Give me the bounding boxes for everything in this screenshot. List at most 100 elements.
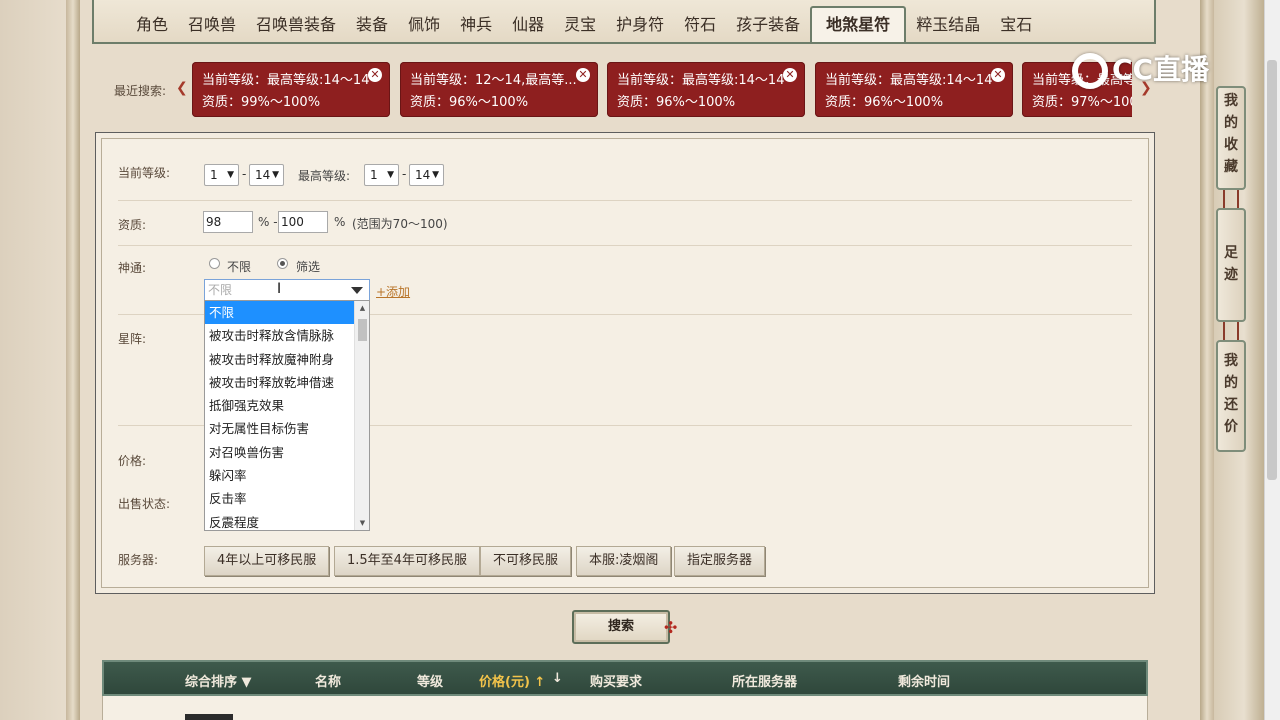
scroll-up-icon[interactable]: ▲ (355, 301, 369, 315)
footprint-button[interactable]: 足 迹 (1216, 208, 1246, 322)
dropdown-option[interactable]: 对无属性目标伤害 (205, 417, 355, 440)
decorative-knot-icon: ✣ (664, 618, 678, 637)
vbtn-char: 价 (1224, 419, 1238, 435)
tab-jade-crystal[interactable]: 粹玉结晶 (906, 8, 990, 42)
tab-role[interactable]: 角色 (126, 8, 178, 42)
server-current-button[interactable]: 本服:凌烟阁 (576, 546, 672, 576)
category-tabs: 角色 召唤兽 召唤兽装备 装备 佩饰 神兵 仙器 灵宝 护身符 符石 孩子装备 … (126, 6, 1042, 42)
current-level-min-select[interactable]: 1 ▼ (204, 164, 239, 186)
chevron-down-icon (351, 287, 363, 294)
dropdown-option[interactable]: 躲闪率 (205, 464, 355, 487)
select-value: 1 (210, 168, 218, 182)
dropdown-option[interactable]: 被攻击时释放魔神附身 (205, 348, 355, 371)
chip-level: 当前等级：12～14,最高等... (410, 73, 577, 88)
tab-rune-stone[interactable]: 符石 (674, 8, 726, 42)
vbtn-char: 收 (1224, 137, 1238, 153)
select-value: 14 (415, 168, 431, 182)
recent-search-label: 最近搜索: (114, 84, 167, 98)
tab-amulet[interactable]: 护身符 (606, 8, 674, 42)
dropdown-scrollbar[interactable]: ▲ ▼ (354, 301, 369, 530)
dropdown-option[interactable]: 被攻击时释放含情脉脉 (205, 324, 355, 347)
shentong-dropdown-list[interactable]: 不限 被攻击时释放含情脉脉 被攻击时释放魔神附身 被攻击时释放乾坤借速 抵御强克… (204, 300, 370, 531)
chip-level: 当前等级：最高等级:14～14 (825, 73, 993, 88)
server-specify-button[interactable]: 指定服务器 (674, 546, 766, 576)
left-rail (66, 0, 80, 720)
dropdown-option[interactable]: 抵御强克效果 (205, 394, 355, 417)
server-no-migrate-button[interactable]: 不可移民服 (480, 546, 572, 576)
chevron-down-icon: ▼ (387, 170, 394, 180)
recent-search-chip[interactable]: 当前等级：最高等级:14～14 资质：96%～100% ✕ (607, 62, 805, 117)
scroll-down-icon[interactable]: ▼ (355, 516, 369, 530)
vbtn-char: 藏 (1224, 159, 1238, 175)
sort-price-desc[interactable]: ↓ (552, 671, 563, 686)
range-dash: - (242, 167, 247, 181)
vbtn-char: 足 (1224, 245, 1238, 261)
quality-min-input[interactable]: 98 (203, 211, 253, 233)
server-1.5-4y-button[interactable]: 1.5年至4年可移民服 (334, 546, 480, 576)
chip-quality: 资质：97%～100% (1032, 95, 1132, 110)
dropdown-option[interactable]: 反击率 (205, 487, 355, 510)
select-value: 14 (255, 168, 271, 182)
recent-search-chip[interactable]: 当前等级：最高等级:14～14 资质：96%～100% ✕ (815, 62, 1013, 117)
tab-spirit-treasure[interactable]: 灵宝 (554, 8, 606, 42)
my-bargain-button[interactable]: 我 的 还 价 (1216, 340, 1246, 452)
tab-equip[interactable]: 装备 (346, 8, 398, 42)
tab-pet-equip[interactable]: 召唤兽装备 (246, 8, 346, 42)
chevron-down-icon: ▼ (432, 170, 439, 180)
select-value: 不限 (208, 283, 233, 297)
tab-child-equip[interactable]: 孩子装备 (726, 8, 810, 42)
dropdown-option[interactable]: 对召唤兽伤害 (205, 441, 355, 464)
recent-search-chip[interactable]: 当前等级：12～14,最高等... 资质：96%～100% ✕ (400, 62, 598, 117)
radio-unlimited[interactable] (209, 258, 220, 269)
max-level-max-select[interactable]: 14 ▼ (409, 164, 444, 186)
vbtn-char: 迹 (1224, 267, 1238, 283)
dropdown-scroll-thumb[interactable] (358, 319, 367, 341)
percent-dash: % - (258, 215, 278, 229)
shentong-select[interactable]: 不限 (204, 279, 370, 301)
radio-filter[interactable] (277, 258, 288, 269)
my-favorites-button[interactable]: 我 的 收 藏 (1216, 86, 1246, 190)
server-4y-button[interactable]: 4年以上可移民服 (204, 546, 330, 576)
dropdown-option[interactable]: 被攻击时释放乾坤借速 (205, 371, 355, 394)
recent-search-chip[interactable]: 当前等级：最高等级:14～14 资质：99%～100% ✕ (192, 62, 390, 117)
shentong-label: 神通: (118, 261, 147, 275)
column-server: 所在服务器 (732, 675, 798, 690)
item-thumbnail[interactable] (185, 714, 233, 720)
tab-pet[interactable]: 召唤兽 (178, 8, 246, 42)
max-level-label: 最高等级: (298, 169, 351, 183)
column-level[interactable]: 等级 (417, 671, 443, 690)
dropdown-option[interactable]: 不限 (205, 301, 355, 325)
chevron-down-icon: ▼ (227, 170, 234, 180)
vbtn-char: 我 (1224, 93, 1238, 109)
divider (118, 200, 1132, 201)
tab-accessory[interactable]: 佩饰 (398, 8, 450, 42)
tab-immortal-gear[interactable]: 仙器 (502, 8, 554, 42)
max-level-min-select[interactable]: 1 ▼ (364, 164, 399, 186)
search-button[interactable]: 搜索 (572, 610, 670, 644)
add-shentong-link[interactable]: +添加 (376, 283, 410, 300)
tab-gem[interactable]: 宝石 (990, 8, 1042, 42)
vbtn-char: 还 (1224, 397, 1238, 413)
recent-prev-arrow[interactable]: ❮ (176, 80, 188, 96)
close-icon[interactable]: ✕ (576, 68, 590, 82)
dropdown-option[interactable]: 反震程度 (205, 511, 355, 530)
close-icon[interactable]: ✕ (991, 68, 1005, 82)
chip-level: 当前等级：最高等级:14～14 (617, 73, 785, 88)
tab-divine-weapon[interactable]: 神兵 (450, 8, 502, 42)
sort-composite[interactable]: 综合排序 ▼ (185, 671, 252, 690)
connector (1223, 190, 1239, 208)
vbtn-char: 的 (1224, 375, 1238, 391)
page-scrollbar-thumb[interactable] (1267, 60, 1277, 480)
percent-sign: % (334, 215, 346, 229)
close-icon[interactable]: ✕ (368, 68, 382, 82)
vbtn-char: 我 (1224, 353, 1238, 369)
quality-range-hint: (范围为70～100) (352, 217, 448, 231)
column-time-left[interactable]: 剩余时间 (898, 671, 950, 690)
current-level-max-select[interactable]: 14 ▼ (249, 164, 284, 186)
quality-max-input[interactable]: 100 (278, 211, 328, 233)
close-icon[interactable]: ✕ (783, 68, 797, 82)
right-rail (1200, 0, 1214, 720)
tab-star-talisman[interactable]: 地煞星符 (810, 6, 907, 42)
sort-price-asc[interactable]: 价格(元) ↑ (479, 671, 545, 690)
column-requirement: 购买要求 (590, 675, 643, 690)
